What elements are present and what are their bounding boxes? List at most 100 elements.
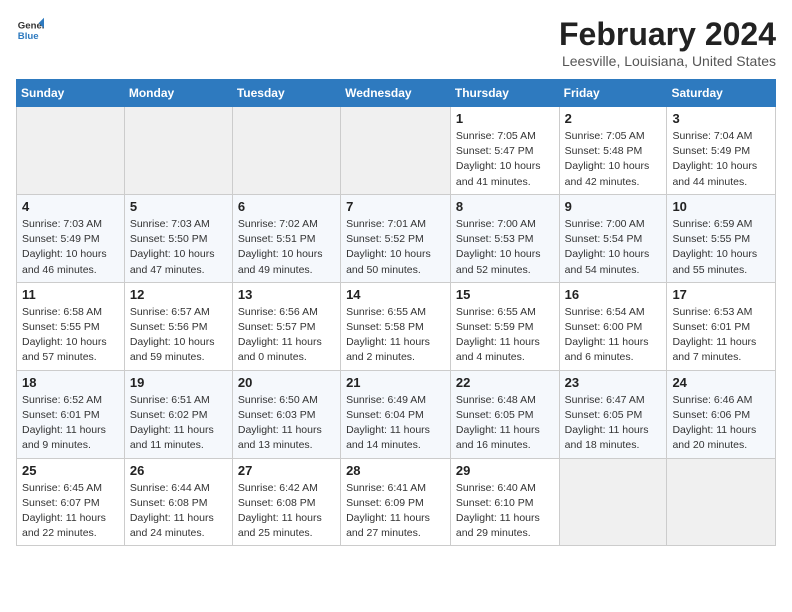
day-info: Sunrise: 6:49 AM Sunset: 6:04 PM Dayligh… <box>346 393 445 454</box>
calendar-cell: 29 Sunrise: 6:40 AM Sunset: 6:10 PM Dayli… <box>450 458 559 546</box>
calendar-cell: 15 Sunrise: 6:55 AM Sunset: 5:59 PM Dayli… <box>450 282 559 370</box>
day-info: Sunrise: 6:55 AM Sunset: 5:59 PM Dayligh… <box>456 305 554 366</box>
day-info: Sunrise: 7:02 AM Sunset: 5:51 PM Dayligh… <box>238 217 335 278</box>
day-info: Sunrise: 6:57 AM Sunset: 5:56 PM Dayligh… <box>130 305 227 366</box>
weekday-header: Sunday <box>17 80 125 107</box>
day-number: 18 <box>22 375 119 390</box>
day-number: 25 <box>22 463 119 478</box>
weekday-header-row: SundayMondayTuesdayWednesdayThursdayFrid… <box>17 80 776 107</box>
day-number: 7 <box>346 199 445 214</box>
calendar-cell: 21 Sunrise: 6:49 AM Sunset: 6:04 PM Dayli… <box>341 370 451 458</box>
day-info: Sunrise: 7:04 AM Sunset: 5:49 PM Dayligh… <box>672 129 770 190</box>
day-number: 28 <box>346 463 445 478</box>
calendar-week-row: 11Sunrise: 6:58 AM Sunset: 5:55 PM Dayli… <box>17 282 776 370</box>
day-info: Sunrise: 7:00 AM Sunset: 5:53 PM Dayligh… <box>456 217 554 278</box>
calendar-cell <box>667 458 776 546</box>
calendar-cell: 16Sunrise: 6:54 AM Sunset: 6:00 PM Dayli… <box>559 282 667 370</box>
svg-text:Blue: Blue <box>18 31 39 42</box>
title-area: February 2024 Leesville, Louisiana, Unit… <box>559 16 776 69</box>
day-info: Sunrise: 6:55 AM Sunset: 5:58 PM Dayligh… <box>346 305 445 366</box>
calendar-cell: 2Sunrise: 7:05 AM Sunset: 5:48 PM Daylig… <box>559 107 667 195</box>
day-number: 20 <box>238 375 335 390</box>
calendar-cell <box>124 107 232 195</box>
calendar-cell: 3Sunrise: 7:04 AM Sunset: 5:49 PM Daylig… <box>667 107 776 195</box>
day-info: Sunrise: 6:45 AM Sunset: 6:07 PM Dayligh… <box>22 481 119 542</box>
day-number: 6 <box>238 199 335 214</box>
day-info: Sunrise: 6:52 AM Sunset: 6:01 PM Dayligh… <box>22 393 119 454</box>
calendar-cell: 14 Sunrise: 6:55 AM Sunset: 5:58 PM Dayli… <box>341 282 451 370</box>
day-info: Sunrise: 6:40 AM Sunset: 6:10 PM Dayligh… <box>456 481 554 542</box>
day-info: Sunrise: 6:46 AM Sunset: 6:06 PM Dayligh… <box>672 393 770 454</box>
day-info: Sunrise: 6:58 AM Sunset: 5:55 PM Dayligh… <box>22 305 119 366</box>
day-number: 14 <box>346 287 445 302</box>
day-info: Sunrise: 7:03 AM Sunset: 5:49 PM Dayligh… <box>22 217 119 278</box>
day-number: 24 <box>672 375 770 390</box>
weekday-header: Friday <box>559 80 667 107</box>
calendar-cell: 5 Sunrise: 7:03 AM Sunset: 5:50 PM Daylig… <box>124 194 232 282</box>
day-number: 12 <box>130 287 227 302</box>
calendar-cell <box>341 107 451 195</box>
calendar-cell: 17Sunrise: 6:53 AM Sunset: 6:01 PM Dayli… <box>667 282 776 370</box>
day-info: Sunrise: 6:51 AM Sunset: 6:02 PM Dayligh… <box>130 393 227 454</box>
logo-icon: General Blue <box>16 16 44 44</box>
day-number: 21 <box>346 375 445 390</box>
day-info: Sunrise: 7:05 AM Sunset: 5:48 PM Dayligh… <box>565 129 662 190</box>
calendar-cell: 11Sunrise: 6:58 AM Sunset: 5:55 PM Dayli… <box>17 282 125 370</box>
day-number: 15 <box>456 287 554 302</box>
calendar-cell: 10 Sunrise: 6:59 AM Sunset: 5:55 PM Dayli… <box>667 194 776 282</box>
calendar-cell: 6 Sunrise: 7:02 AM Sunset: 5:51 PM Daylig… <box>232 194 340 282</box>
day-number: 1 <box>456 111 554 126</box>
month-title: February 2024 <box>559 16 776 53</box>
day-info: Sunrise: 6:47 AM Sunset: 6:05 PM Dayligh… <box>565 393 662 454</box>
calendar-cell: 1 Sunrise: 7:05 AM Sunset: 5:47 PM Daylig… <box>450 107 559 195</box>
day-number: 26 <box>130 463 227 478</box>
day-info: Sunrise: 7:03 AM Sunset: 5:50 PM Dayligh… <box>130 217 227 278</box>
day-info: Sunrise: 6:56 AM Sunset: 5:57 PM Dayligh… <box>238 305 335 366</box>
day-info: Sunrise: 6:48 AM Sunset: 6:05 PM Dayligh… <box>456 393 554 454</box>
calendar-cell <box>559 458 667 546</box>
day-number: 29 <box>456 463 554 478</box>
day-number: 19 <box>130 375 227 390</box>
calendar-week-row: 18 Sunrise: 6:52 AM Sunset: 6:01 PM Dayli… <box>17 370 776 458</box>
calendar-cell: 9Sunrise: 7:00 AM Sunset: 5:54 PM Daylig… <box>559 194 667 282</box>
weekday-header: Monday <box>124 80 232 107</box>
page-header: General Blue February 2024 Leesville, Lo… <box>16 16 776 69</box>
calendar-cell: 19 Sunrise: 6:51 AM Sunset: 6:02 PM Dayli… <box>124 370 232 458</box>
day-number: 10 <box>672 199 770 214</box>
calendar-table: SundayMondayTuesdayWednesdayThursdayFrid… <box>16 79 776 546</box>
calendar-cell: 25 Sunrise: 6:45 AM Sunset: 6:07 PM Dayli… <box>17 458 125 546</box>
calendar-week-row: 4Sunrise: 7:03 AM Sunset: 5:49 PM Daylig… <box>17 194 776 282</box>
day-info: Sunrise: 6:42 AM Sunset: 6:08 PM Dayligh… <box>238 481 335 542</box>
calendar-cell: 28 Sunrise: 6:41 AM Sunset: 6:09 PM Dayli… <box>341 458 451 546</box>
calendar-cell <box>17 107 125 195</box>
logo: General Blue <box>16 16 44 44</box>
day-number: 5 <box>130 199 227 214</box>
calendar-cell: 12 Sunrise: 6:57 AM Sunset: 5:56 PM Dayli… <box>124 282 232 370</box>
day-number: 17 <box>672 287 770 302</box>
day-info: Sunrise: 6:50 AM Sunset: 6:03 PM Dayligh… <box>238 393 335 454</box>
calendar-cell: 27 Sunrise: 6:42 AM Sunset: 6:08 PM Dayli… <box>232 458 340 546</box>
day-number: 8 <box>456 199 554 214</box>
weekday-header: Wednesday <box>341 80 451 107</box>
calendar-week-row: 1 Sunrise: 7:05 AM Sunset: 5:47 PM Daylig… <box>17 107 776 195</box>
calendar-cell: 23 Sunrise: 6:47 AM Sunset: 6:05 PM Dayli… <box>559 370 667 458</box>
weekday-header: Thursday <box>450 80 559 107</box>
calendar-cell: 7 Sunrise: 7:01 AM Sunset: 5:52 PM Daylig… <box>341 194 451 282</box>
weekday-header: Saturday <box>667 80 776 107</box>
day-number: 23 <box>565 375 662 390</box>
day-number: 13 <box>238 287 335 302</box>
day-info: Sunrise: 7:05 AM Sunset: 5:47 PM Dayligh… <box>456 129 554 190</box>
calendar-cell: 13 Sunrise: 6:56 AM Sunset: 5:57 PM Dayli… <box>232 282 340 370</box>
day-info: Sunrise: 7:01 AM Sunset: 5:52 PM Dayligh… <box>346 217 445 278</box>
day-info: Sunrise: 6:59 AM Sunset: 5:55 PM Dayligh… <box>672 217 770 278</box>
calendar-week-row: 25 Sunrise: 6:45 AM Sunset: 6:07 PM Dayli… <box>17 458 776 546</box>
day-number: 22 <box>456 375 554 390</box>
day-info: Sunrise: 6:41 AM Sunset: 6:09 PM Dayligh… <box>346 481 445 542</box>
calendar-cell: 8 Sunrise: 7:00 AM Sunset: 5:53 PM Daylig… <box>450 194 559 282</box>
day-number: 9 <box>565 199 662 214</box>
calendar-cell: 4Sunrise: 7:03 AM Sunset: 5:49 PM Daylig… <box>17 194 125 282</box>
location-title: Leesville, Louisiana, United States <box>559 53 776 69</box>
day-number: 27 <box>238 463 335 478</box>
calendar-cell: 24 Sunrise: 6:46 AM Sunset: 6:06 PM Dayli… <box>667 370 776 458</box>
day-info: Sunrise: 6:44 AM Sunset: 6:08 PM Dayligh… <box>130 481 227 542</box>
